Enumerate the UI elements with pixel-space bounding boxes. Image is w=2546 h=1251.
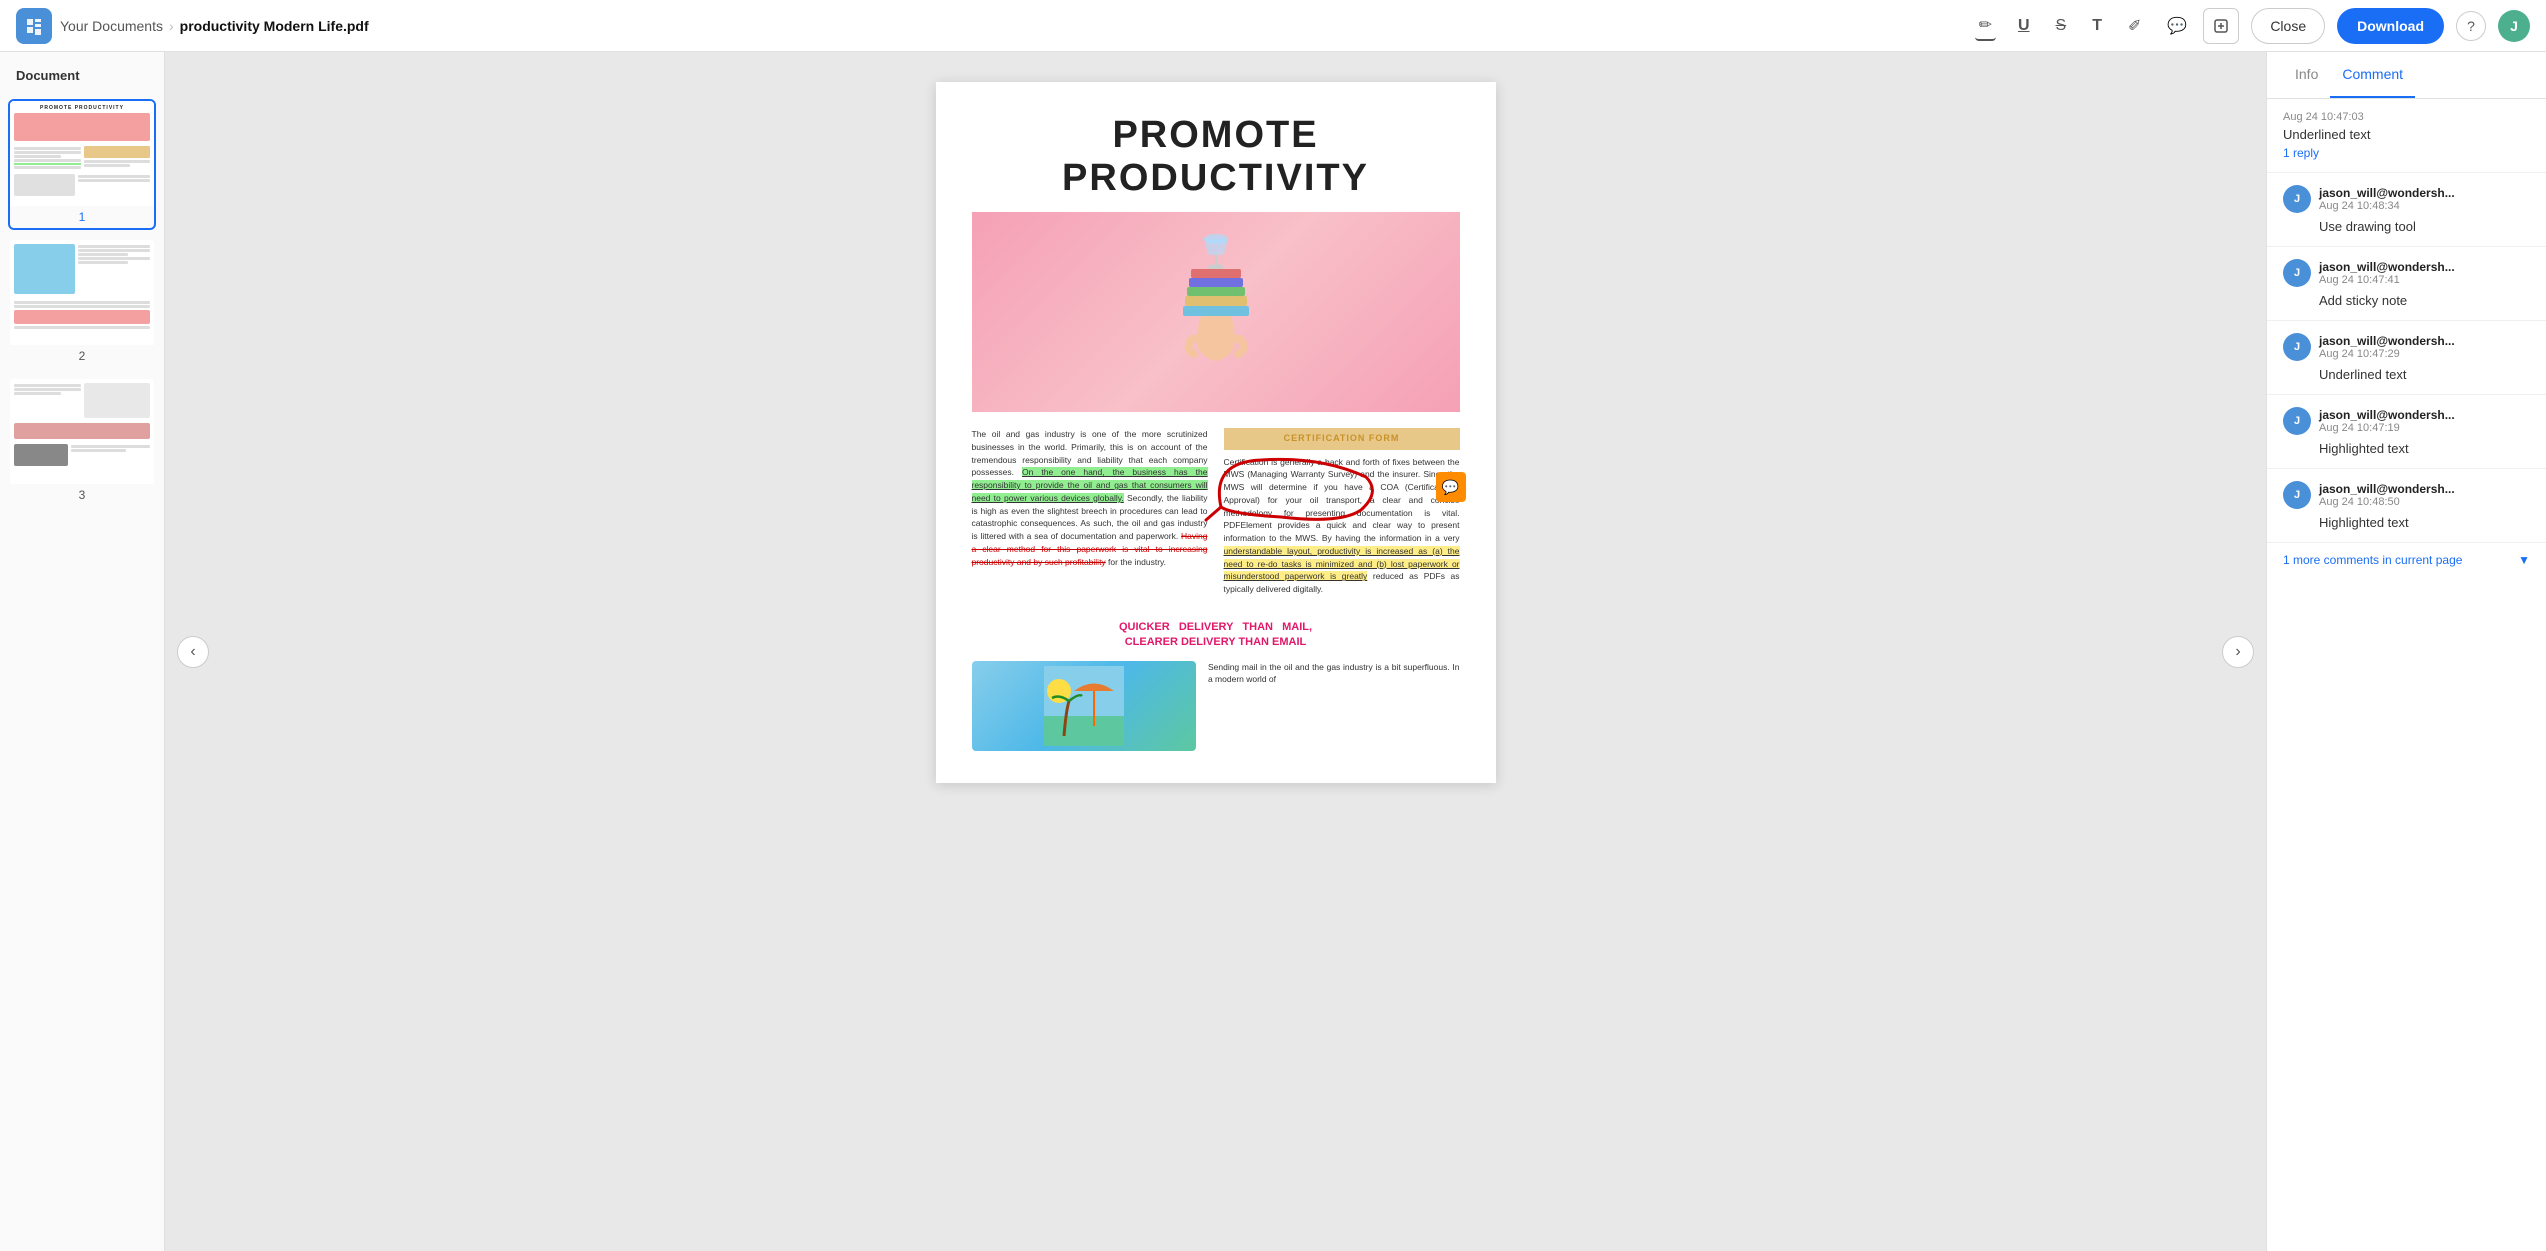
- underline-tool-icon[interactable]: U: [2014, 13, 2034, 39]
- first-comment-item: Aug 24 10:47:03 Underlined text 1 reply: [2267, 99, 2546, 173]
- comment-avatar-3: J: [2283, 407, 2311, 435]
- comment-header-3: J jason_will@wondersh... Aug 24 10:47:19: [2283, 407, 2530, 435]
- hero-illustration: [1156, 219, 1276, 404]
- highlight-tool-icon[interactable]: ✏: [1975, 11, 1996, 41]
- pdf-bottom-section: Sending mail in the oil and the gas indu…: [972, 661, 1460, 751]
- comment-header-0: J jason_will@wondersh... Aug 24 10:48:34: [2283, 185, 2530, 213]
- pdf-bottom-image: [972, 661, 1196, 751]
- comment-header-2: J jason_will@wondersh... Aug 24 10:47:29: [2283, 333, 2530, 361]
- page-thumbnail-1[interactable]: PROMOTE PRODUCTIVITY: [8, 99, 156, 230]
- comment-body-2: Underlined text: [2319, 367, 2530, 382]
- comment-body-1: Add sticky note: [2319, 293, 2530, 308]
- thumb-img-2: [10, 240, 154, 345]
- toolbar-tools: ✏ U S T ✐ 💬: [1975, 11, 2192, 41]
- page-num-1: 1: [10, 206, 154, 228]
- comment-time-3: Aug 24 10:47:19: [2319, 422, 2455, 434]
- draw-tool-icon[interactable]: ✐: [2124, 12, 2145, 40]
- comment-bubble-icon[interactable]: 💬: [1436, 472, 1466, 502]
- pdf-title: PROMOTE PRODUCTIVITY: [972, 114, 1460, 200]
- comment-meta-0: jason_will@wondersh... Aug 24 10:48:34: [2319, 186, 2455, 212]
- comment-item-2: J jason_will@wondersh... Aug 24 10:47:29…: [2267, 321, 2546, 395]
- download-button[interactable]: Download: [2337, 8, 2444, 44]
- comment-avatar-4: J: [2283, 481, 2311, 509]
- help-button[interactable]: ?: [2456, 11, 2486, 41]
- cert-form-box: CERTIFICATION FORM: [1224, 428, 1460, 450]
- comment-time-0: Aug 24 10:48:34: [2319, 200, 2455, 212]
- open-button[interactable]: [2203, 8, 2239, 44]
- prev-page-button[interactable]: ‹: [177, 636, 209, 668]
- panel-content: Aug 24 10:47:03 Underlined text 1 reply …: [2267, 99, 2546, 1251]
- strikethrough-tool-icon[interactable]: S: [2052, 13, 2071, 39]
- comment-body-3: Highlighted text: [2319, 441, 2530, 456]
- col2-text: Certification is generally a back and fo…: [1224, 457, 1460, 544]
- comment-item-4: J jason_will@wondersh... Aug 24 10:48:50…: [2267, 469, 2546, 543]
- pdf-bottom-text: Sending mail in the oil and the gas indu…: [1208, 661, 1460, 687]
- comment-header-4: J jason_will@wondersh... Aug 24 10:48:50: [2283, 481, 2530, 509]
- tab-info[interactable]: Info: [2283, 52, 2330, 98]
- more-comments-label: 1 more comments in current page: [2283, 553, 2462, 567]
- main-layout: Document PROMOTE PRODUCTIVITY: [0, 52, 2546, 1251]
- comment-author-3: jason_will@wondersh...: [2319, 408, 2455, 422]
- close-button[interactable]: Close: [2251, 8, 2325, 44]
- page-thumbnail-3[interactable]: 3: [8, 377, 156, 508]
- comment-avatar-0: J: [2283, 185, 2311, 213]
- comment-avatar-1: J: [2283, 259, 2311, 287]
- comment-author-0: jason_will@wondersh...: [2319, 186, 2455, 200]
- pdf-col-1: The oil and gas industry is one of the m…: [972, 428, 1208, 604]
- pdf-hero-image: [972, 212, 1460, 412]
- text-tool-icon[interactable]: T: [2088, 13, 2106, 39]
- thumb-img-1: PROMOTE PRODUCTIVITY: [10, 101, 154, 206]
- comment-author-4: jason_will@wondersh...: [2319, 482, 2455, 496]
- breadcrumb: Your Documents › productivity Modern Lif…: [60, 18, 369, 34]
- toolbar: Your Documents › productivity Modern Lif…: [0, 0, 2546, 52]
- comment-item-0: J jason_will@wondersh... Aug 24 10:48:34…: [2267, 173, 2546, 247]
- comment-item-3: J jason_will@wondersh... Aug 24 10:47:19…: [2267, 395, 2546, 469]
- pdf-viewer: ‹ › PROMOTE PRODUCTIVITY: [165, 52, 2266, 1251]
- comment-time-1: Aug 24 10:47:41: [2319, 274, 2455, 286]
- comment-item-1: J jason_will@wondersh... Aug 24 10:47:41…: [2267, 247, 2546, 321]
- tab-comment[interactable]: Comment: [2330, 52, 2415, 98]
- comment-meta-4: jason_will@wondersh... Aug 24 10:48:50: [2319, 482, 2455, 508]
- breadcrumb-separator: ›: [169, 18, 174, 34]
- comment-time-2: Aug 24 10:47:29: [2319, 348, 2455, 360]
- comment-body-4: Highlighted text: [2319, 515, 2530, 530]
- col1-end: for the industry.: [1106, 557, 1166, 567]
- breadcrumb-parent[interactable]: Your Documents: [60, 18, 163, 34]
- comment-meta-2: jason_will@wondersh... Aug 24 10:47:29: [2319, 334, 2455, 360]
- chevron-down-icon: ▼: [2518, 553, 2530, 567]
- next-page-button[interactable]: ›: [2222, 636, 2254, 668]
- first-comment-text: Underlined text: [2283, 127, 2530, 142]
- right-panel: Info Comment Aug 24 10:47:03 Underlined …: [2266, 52, 2546, 1251]
- page-num-2: 2: [10, 345, 154, 367]
- app-logo[interactable]: [16, 8, 52, 44]
- comment-avatar-2: J: [2283, 333, 2311, 361]
- left-sidebar: Document PROMOTE PRODUCTIVITY: [0, 52, 165, 1251]
- comment-time-4: Aug 24 10:48:50: [2319, 496, 2455, 508]
- comment-body-0: Use drawing tool: [2319, 219, 2530, 234]
- page-thumbnail-2[interactable]: 2: [8, 238, 156, 369]
- comment-author-1: jason_will@wondersh...: [2319, 260, 2455, 274]
- beach-illustration: [1044, 666, 1124, 746]
- sidebar-title: Document: [8, 68, 156, 95]
- page-num-3: 3: [10, 484, 154, 506]
- thumb-img-3: [10, 379, 154, 484]
- first-comment-reply[interactable]: 1 reply: [2283, 146, 2530, 160]
- comment-tool-icon[interactable]: 💬: [2163, 12, 2191, 40]
- toolbar-right: Close Download ? J: [2203, 8, 2530, 44]
- comment-meta-3: jason_will@wondersh... Aug 24 10:47:19: [2319, 408, 2455, 434]
- user-avatar[interactable]: J: [2498, 10, 2530, 42]
- help-icon: ?: [2467, 18, 2475, 34]
- comment-header-1: J jason_will@wondersh... Aug 24 10:47:41: [2283, 259, 2530, 287]
- pdf-col-2: CERTIFICATION FORM Certification is gene…: [1224, 428, 1460, 604]
- pdf-subheading: QUICKER DELIVERY THAN MAIL,CLEARER DELIV…: [972, 620, 1460, 651]
- comment-author-2: jason_will@wondersh...: [2319, 334, 2455, 348]
- right-panel-tabs: Info Comment: [2267, 52, 2546, 99]
- comment-meta-1: jason_will@wondersh... Aug 24 10:47:41: [2319, 260, 2455, 286]
- breadcrumb-current: productivity Modern Life.pdf: [180, 18, 369, 34]
- pdf-columns: The oil and gas industry is one of the m…: [972, 428, 1460, 604]
- pdf-page: PROMOTE PRODUCTIVITY: [936, 82, 1496, 783]
- more-comments-button[interactable]: 1 more comments in current page ▼: [2267, 543, 2546, 577]
- first-comment-time: Aug 24 10:47:03: [2283, 111, 2530, 123]
- toolbar-left: Your Documents › productivity Modern Lif…: [16, 8, 1963, 44]
